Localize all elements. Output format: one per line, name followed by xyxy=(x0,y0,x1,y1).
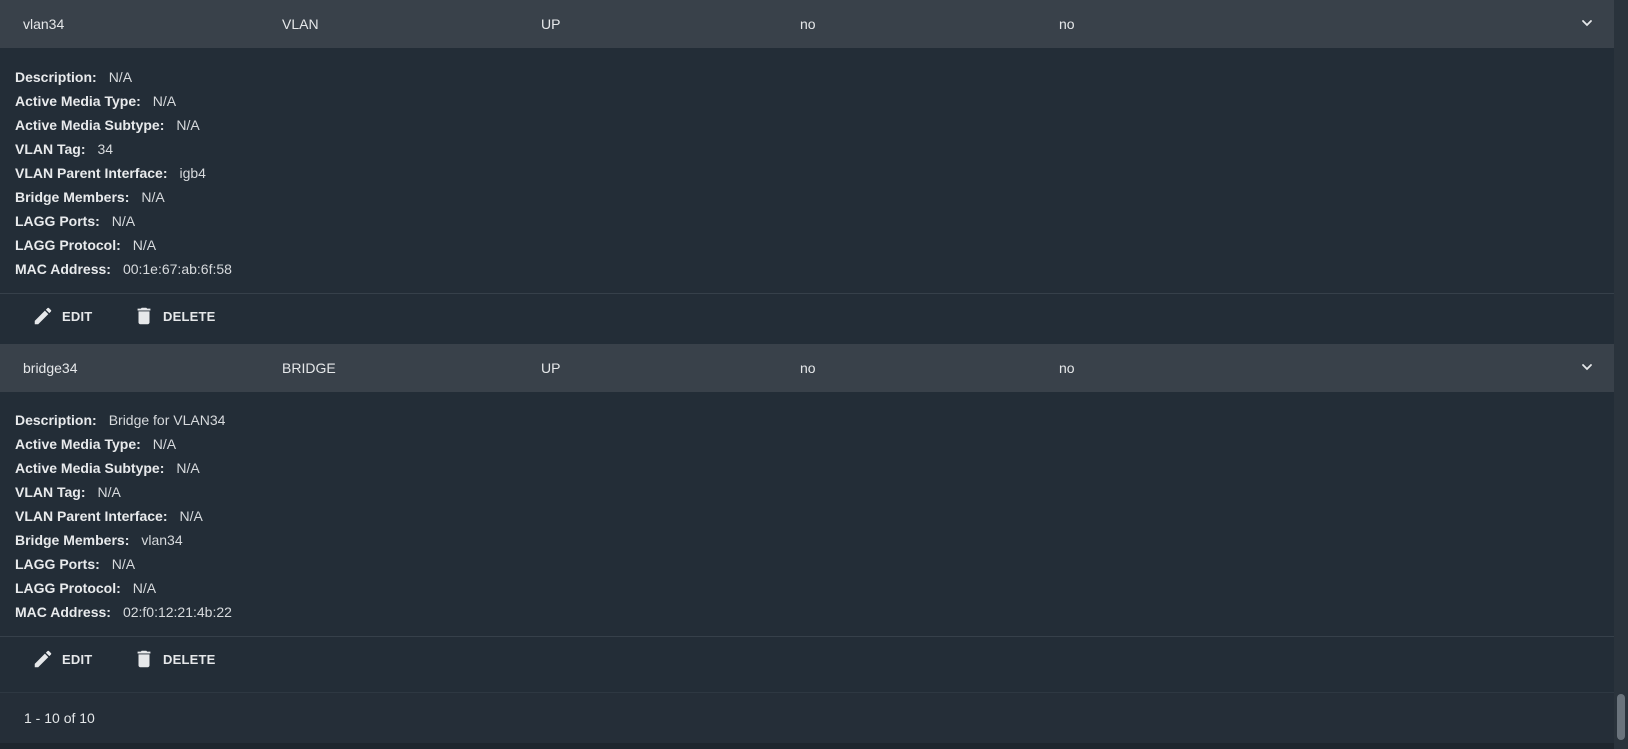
delete-button[interactable]: DELETE xyxy=(133,301,215,331)
table-row-bridge34[interactable]: bridge34 BRIDGE UP no no xyxy=(0,344,1614,392)
interfaces-table: vlan34 VLAN UP no no Description: N/A Act… xyxy=(0,0,1614,749)
detail-lagg-protocol: LAGG Protocol: N/A xyxy=(15,236,156,254)
edit-button-label: EDIT xyxy=(62,651,93,667)
link-state: UP xyxy=(541,360,561,376)
detail-label: LAGG Ports: xyxy=(15,556,100,572)
interface-name: bridge34 xyxy=(23,360,78,376)
detail-value: 00:1e:67:ab:6f:58 xyxy=(122,261,232,277)
detail-active-media-subtype: Active Media Subtype: N/A xyxy=(15,459,200,477)
detail-label: Active Media Type: xyxy=(15,93,141,109)
interface-type: VLAN xyxy=(282,16,319,32)
chevron-down-icon[interactable] xyxy=(1580,360,1594,374)
detail-active-media-type: Active Media Type: N/A xyxy=(15,435,176,453)
detail-value: 34 xyxy=(97,141,114,157)
detail-bridge-members: Bridge Members: vlan34 xyxy=(15,531,183,549)
detail-active-media-type: Active Media Type: N/A xyxy=(15,92,176,110)
detail-label: VLAN Tag: xyxy=(15,141,86,157)
interface-type: BRIDGE xyxy=(282,360,336,376)
detail-label: VLAN Parent Interface: xyxy=(15,165,168,181)
detail-value: N/A xyxy=(111,556,136,572)
detail-label: VLAN Parent Interface: xyxy=(15,508,168,524)
detail-lagg-ports: LAGG Ports: N/A xyxy=(15,212,135,230)
detail-value: N/A xyxy=(176,117,200,133)
interface-name: vlan34 xyxy=(23,16,65,32)
divider xyxy=(0,293,1614,294)
detail-description: Description: Bridge for VLAN34 xyxy=(15,411,225,429)
detail-label: LAGG Ports: xyxy=(15,213,100,229)
dhcp-value: no xyxy=(800,16,816,32)
detail-value: 02:f0:12:21:4b:22 xyxy=(122,604,232,620)
detail-lagg-protocol: LAGG Protocol: N/A xyxy=(15,579,156,597)
chevron-down-icon[interactable] xyxy=(1580,16,1594,30)
detail-mac-address: MAC Address: 00:1e:67:ab:6f:58 xyxy=(15,260,232,278)
detail-label: Active Media Type: xyxy=(15,436,141,452)
detail-label: LAGG Protocol: xyxy=(15,237,121,253)
link-state: UP xyxy=(541,16,561,32)
detail-label: Description: xyxy=(15,412,97,428)
table-footer: 1 - 10 of 10 xyxy=(0,693,1614,743)
table-row-vlan34[interactable]: vlan34 VLAN UP no no xyxy=(0,0,1614,48)
detail-vlan-tag: VLAN Tag: N/A xyxy=(15,483,121,501)
detail-label: Bridge Members: xyxy=(15,189,130,205)
detail-value: N/A xyxy=(108,69,133,85)
detail-value: N/A xyxy=(97,484,121,500)
detail-value: N/A xyxy=(179,508,203,524)
pencil-icon xyxy=(34,307,52,325)
pencil-icon xyxy=(34,650,52,668)
divider xyxy=(0,636,1614,637)
detail-label: VLAN Tag: xyxy=(15,484,86,500)
row-detail-bridge34: Description: Bridge for VLAN34 Active Med… xyxy=(0,392,1614,693)
detail-bridge-members: Bridge Members: N/A xyxy=(15,188,165,206)
detail-label: Active Media Subtype: xyxy=(15,117,165,133)
ipv6-autoconfigure-value: no xyxy=(1059,16,1075,32)
edit-button[interactable]: EDIT xyxy=(32,301,92,331)
detail-lagg-ports: LAGG Ports: N/A xyxy=(15,555,135,573)
dhcp-value: no xyxy=(800,360,816,376)
detail-value: N/A xyxy=(176,460,200,476)
ipv6-autoconfigure-value: no xyxy=(1059,360,1075,376)
detail-active-media-subtype: Active Media Subtype: N/A xyxy=(15,116,200,134)
detail-vlan-parent-interface: VLAN Parent Interface: igb4 xyxy=(15,164,206,182)
pagination-range: 1 - 10 of 10 xyxy=(24,710,95,726)
detail-value: N/A xyxy=(152,93,177,109)
trash-icon xyxy=(137,650,151,668)
detail-value: N/A xyxy=(152,436,177,452)
scrollbar-track[interactable] xyxy=(1614,0,1628,749)
detail-vlan-parent-interface: VLAN Parent Interface: N/A xyxy=(15,507,203,525)
detail-value: igb4 xyxy=(179,165,206,181)
detail-value: Bridge for VLAN34 xyxy=(108,412,226,428)
detail-value: N/A xyxy=(111,213,136,229)
delete-button-label: DELETE xyxy=(163,651,216,667)
detail-vlan-tag: VLAN Tag: 34 xyxy=(15,140,113,158)
edit-button[interactable]: EDIT xyxy=(32,644,92,674)
detail-value: N/A xyxy=(132,237,157,253)
detail-label: Active Media Subtype: xyxy=(15,460,165,476)
detail-description: Description: N/A xyxy=(15,68,132,86)
scrollbar-thumb[interactable] xyxy=(1617,694,1625,740)
detail-value: vlan34 xyxy=(141,532,183,548)
row-detail-vlan34: Description: N/A Active Media Type: N/A Ac… xyxy=(0,48,1614,344)
detail-mac-address: MAC Address: 02:f0:12:21:4b:22 xyxy=(15,603,232,621)
detail-label: MAC Address: xyxy=(15,604,111,620)
detail-label: MAC Address: xyxy=(15,261,111,277)
page-edge xyxy=(0,743,1614,749)
trash-icon xyxy=(137,307,151,325)
detail-label: Bridge Members: xyxy=(15,532,130,548)
detail-label: Description: xyxy=(15,69,97,85)
delete-button[interactable]: DELETE xyxy=(133,644,215,674)
edit-button-label: EDIT xyxy=(62,308,93,324)
detail-label: LAGG Protocol: xyxy=(15,580,121,596)
detail-value: N/A xyxy=(132,580,157,596)
delete-button-label: DELETE xyxy=(163,308,216,324)
detail-value: N/A xyxy=(141,189,165,205)
